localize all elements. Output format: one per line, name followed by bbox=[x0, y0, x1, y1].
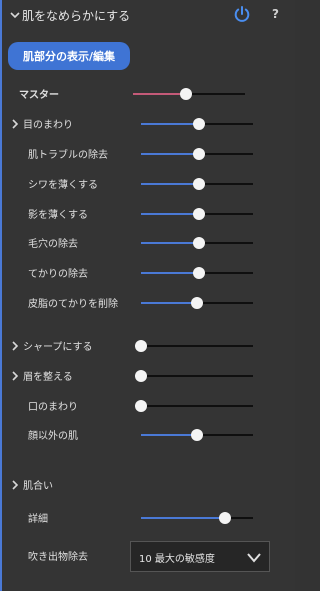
slider-fill bbox=[141, 242, 200, 244]
slider-fill bbox=[133, 93, 186, 95]
slider-row-sharpen: シャープにする bbox=[2, 335, 295, 357]
slider-detail[interactable] bbox=[141, 507, 253, 529]
slider-shadows[interactable] bbox=[141, 203, 253, 225]
slider-row-other-skin: 顔以外の肌 bbox=[2, 424, 295, 446]
power-icon[interactable] bbox=[233, 5, 251, 23]
slider-knob[interactable] bbox=[135, 340, 147, 352]
panel-title: 肌をなめらかにする bbox=[22, 9, 131, 23]
slider-row-pores: 毛穴の除去 bbox=[2, 232, 295, 254]
slider-row-wrinkles: シワを薄くする bbox=[2, 173, 295, 195]
slider-other-skin[interactable] bbox=[141, 424, 253, 446]
breakout-selected-value: 10 最大の敏感度 bbox=[139, 554, 215, 565]
slider-row-skin-trouble: 肌トラブルの除去 bbox=[2, 143, 295, 165]
chevron-right-icon[interactable] bbox=[11, 371, 19, 381]
slider-label-skin-trouble: 肌トラブルの除去 bbox=[28, 150, 108, 161]
slider-row-shine: てかりの除去 bbox=[2, 262, 295, 284]
slider-row-detail: 詳細 bbox=[2, 507, 295, 529]
skin-area-edit-button[interactable]: 肌部分の表示/編集 bbox=[8, 42, 130, 70]
slider-knob[interactable] bbox=[135, 400, 147, 412]
panel-header[interactable]: 肌をなめらかにする ? bbox=[2, 0, 295, 32]
slider-fill bbox=[141, 272, 200, 274]
slider-fill bbox=[141, 213, 200, 215]
slider-label-other-skin: 顔以外の肌 bbox=[28, 431, 78, 442]
slider-label-sharpen: シャープにする bbox=[23, 342, 93, 353]
slider-row-master: マスター bbox=[2, 83, 295, 105]
slider-row-mouth: 口のまわり bbox=[2, 395, 295, 417]
slider-fill bbox=[141, 434, 197, 436]
slider-knob[interactable] bbox=[179, 88, 192, 100]
skin-tone-row[interactable]: 肌合い bbox=[2, 474, 295, 496]
slider-shine[interactable] bbox=[141, 262, 253, 284]
chevron-right-icon[interactable] bbox=[11, 119, 19, 129]
breakout-sensitivity-select[interactable]: 10 最大の敏感度 bbox=[130, 541, 270, 572]
slider-track bbox=[141, 345, 253, 347]
slider-label-mouth: 口のまわり bbox=[28, 402, 78, 413]
chevron-right-icon[interactable] bbox=[11, 480, 19, 490]
chevron-right-icon[interactable] bbox=[11, 341, 19, 351]
slider-row-eyes: 目のまわり bbox=[2, 113, 295, 135]
slider-row-shadows: 影を薄くする bbox=[2, 203, 295, 225]
slider-label-master: マスター bbox=[19, 90, 59, 101]
slider-knob[interactable] bbox=[193, 178, 206, 190]
slider-track bbox=[141, 375, 253, 377]
slider-knob[interactable] bbox=[193, 267, 206, 279]
slider-pores[interactable] bbox=[141, 232, 253, 254]
slider-row-eyebrows: 眉を整える bbox=[2, 365, 295, 387]
slider-fill bbox=[141, 123, 200, 125]
chevron-down-icon[interactable] bbox=[10, 10, 20, 20]
slider-knob[interactable] bbox=[135, 370, 147, 382]
slider-knob[interactable] bbox=[191, 429, 203, 441]
slider-skin-trouble[interactable] bbox=[141, 143, 253, 165]
slider-knob[interactable] bbox=[193, 237, 206, 249]
skin-smoothing-panel: 肌をなめらかにする ? 肌部分の表示/編集 マスター 目のまわり 肌トラブルの除去シ… bbox=[0, 0, 295, 591]
slider-label-shine: てかりの除去 bbox=[28, 269, 88, 280]
slider-label-eyes: 目のまわり bbox=[23, 120, 73, 131]
slider-label-detail: 詳細 bbox=[28, 514, 48, 525]
slider-track bbox=[141, 405, 253, 407]
slider-fill bbox=[141, 517, 225, 519]
chevron-down-icon bbox=[247, 553, 261, 563]
slider-knob[interactable] bbox=[219, 512, 231, 524]
slider-wrinkles[interactable] bbox=[141, 173, 253, 195]
slider-knob[interactable] bbox=[193, 118, 206, 130]
slider-label-pores: 毛穴の除去 bbox=[28, 239, 78, 250]
slider-eyebrows[interactable] bbox=[135, 365, 253, 387]
slider-label-wrinkles: シワを薄くする bbox=[28, 180, 98, 191]
slider-knob[interactable] bbox=[193, 208, 206, 220]
slider-label-eyebrows: 眉を整える bbox=[23, 372, 73, 383]
slider-eyes[interactable] bbox=[141, 113, 253, 135]
slider-master[interactable] bbox=[133, 83, 245, 105]
slider-sharpen[interactable] bbox=[135, 335, 253, 357]
slider-label-sebum: 皮脂のてかりを削除 bbox=[28, 299, 118, 310]
help-icon[interactable]: ? bbox=[272, 7, 279, 21]
slider-row-sebum: 皮脂のてかりを削除 bbox=[2, 292, 295, 314]
slider-knob[interactable] bbox=[193, 148, 206, 160]
slider-mouth[interactable] bbox=[135, 395, 253, 417]
slider-fill bbox=[141, 302, 197, 304]
slider-label-shadows: 影を薄くする bbox=[28, 210, 88, 221]
slider-sebum[interactable] bbox=[141, 292, 253, 314]
slider-fill bbox=[141, 183, 200, 185]
breakout-label: 吹き出物除去 bbox=[28, 552, 88, 563]
slider-fill bbox=[141, 153, 200, 155]
skin-tone-label: 肌合い bbox=[23, 481, 53, 492]
slider-knob[interactable] bbox=[191, 297, 203, 309]
